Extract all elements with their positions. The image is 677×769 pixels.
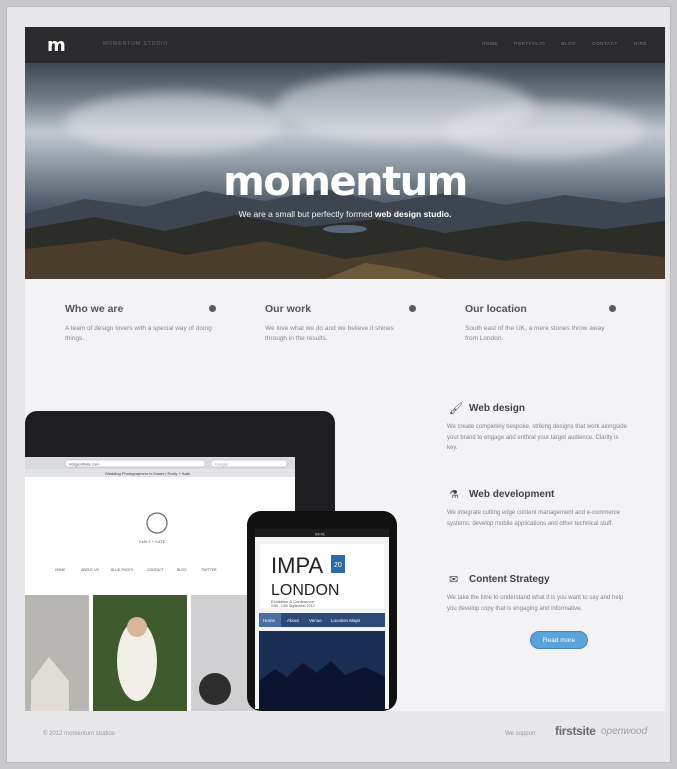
feature-our-location: Our location South east of the UK, a mer… xyxy=(465,303,616,344)
tablet-nav-blue: BLUE PHOTO xyxy=(111,568,134,572)
hero-banner: momentum We are a small but perfectly fo… xyxy=(25,63,665,279)
firstsite-logo[interactable]: firstsite xyxy=(555,724,596,738)
feature-text: South east of the UK, a mere stones thro… xyxy=(465,325,605,342)
flask-icon: ⚗ xyxy=(449,489,459,501)
cloud xyxy=(65,93,285,153)
features-section: Who we are A team of design lovers with … xyxy=(25,279,665,389)
circle-icon[interactable] xyxy=(409,305,416,312)
tablet-nav-blog: BLOG xyxy=(177,568,187,572)
service-web-design: 🖌 Web design We create completely bespoke… xyxy=(447,403,627,454)
service-text: We integrate cutting edge content manage… xyxy=(447,510,620,527)
phone-nav-venue: Venue xyxy=(309,618,322,623)
service-text: We create completely bespoke, striking d… xyxy=(447,424,627,451)
nav-link-contact[interactable]: Contact xyxy=(592,41,618,46)
feature-text: We love what we do and we believe it shi… xyxy=(265,325,394,342)
phone-nav-home: Home xyxy=(263,618,276,623)
brush-icon: 🖌 xyxy=(449,403,463,415)
service-text: We take the time to understand what it i… xyxy=(447,595,624,612)
service-content-strategy: ✉ Content Strategy We take the time to un… xyxy=(447,574,627,614)
openwood-logo[interactable]: openwood xyxy=(601,726,647,737)
footer: © 2012 momentum studios We support first… xyxy=(25,711,665,751)
logo[interactable]: m xyxy=(47,35,66,56)
impa-text: IMPA xyxy=(271,553,323,578)
tablet-nav-contact: CONTACT xyxy=(147,568,165,572)
nav-links: Home Portfolio Blog Contact Hire xyxy=(482,41,647,46)
service-title: Web development xyxy=(469,489,555,500)
support-label: We support xyxy=(505,731,536,737)
service-title: Content Strategy xyxy=(469,574,550,585)
feature-title: Our location xyxy=(465,303,527,315)
web-page: m MOMENTUM STUDIO Home Portfolio Blog Co… xyxy=(25,27,665,711)
devices-illustration: instgenifrate.com Google Wedding Photogr… xyxy=(25,411,397,711)
tablet-url: instgenifrate.com xyxy=(69,462,100,467)
tablet-nav-home: HOME xyxy=(55,568,66,572)
nav-link-hire[interactable]: Hire xyxy=(634,41,647,46)
copyright: © 2012 momentum studios xyxy=(43,731,115,737)
read-more-button[interactable]: Read more xyxy=(530,631,588,649)
service-title: Web design xyxy=(469,403,525,414)
london-text: LONDON xyxy=(271,582,339,599)
nav-tagline: MOMENTUM STUDIO xyxy=(103,41,169,47)
feature-title: Who we are xyxy=(65,303,124,315)
tablet-search-text: Google xyxy=(215,462,229,467)
phone-time: 09:41 xyxy=(315,532,326,537)
circle-icon[interactable] xyxy=(209,305,216,312)
impa-dates: 10th - 13th September 2012 xyxy=(271,604,315,608)
tablet-site-name: EMILY + KATE xyxy=(139,539,166,544)
tablet-nav-twitter: TWITTER xyxy=(201,568,217,572)
top-nav: m MOMENTUM STUDIO Home Portfolio Blog Co… xyxy=(25,27,665,63)
feature-our-work: Our work We love what we do and we belie… xyxy=(265,303,416,344)
hero-title: momentum xyxy=(223,159,468,205)
phone-nav-about: About xyxy=(287,618,300,623)
feature-who-we-are: Who we are A team of design lovers with … xyxy=(65,303,216,344)
nav-link-portfolio[interactable]: Portfolio xyxy=(514,41,545,46)
tablet-nav-about: ABOUT US xyxy=(81,568,99,572)
hero-subtitle: We are a small but perfectly formed web … xyxy=(238,209,452,219)
service-web-development: ⚗ Web development We integrate cutting ed… xyxy=(447,489,627,529)
circle-icon[interactable] xyxy=(609,305,616,312)
nav-link-blog[interactable]: Blog xyxy=(561,41,576,46)
impa-badge-number: 20 xyxy=(334,562,342,569)
feature-title: Our work xyxy=(265,303,312,315)
feature-text: A team of design lovers with a special w… xyxy=(65,325,212,342)
tablet-page-title: Wedding Photographers in Essex | Emily +… xyxy=(105,471,191,476)
cloud xyxy=(445,103,645,158)
nav-link-home[interactable]: Home xyxy=(482,41,498,46)
phone-nav-location: Location Maps xyxy=(331,618,361,623)
chat-icon: ✉ xyxy=(449,574,459,586)
